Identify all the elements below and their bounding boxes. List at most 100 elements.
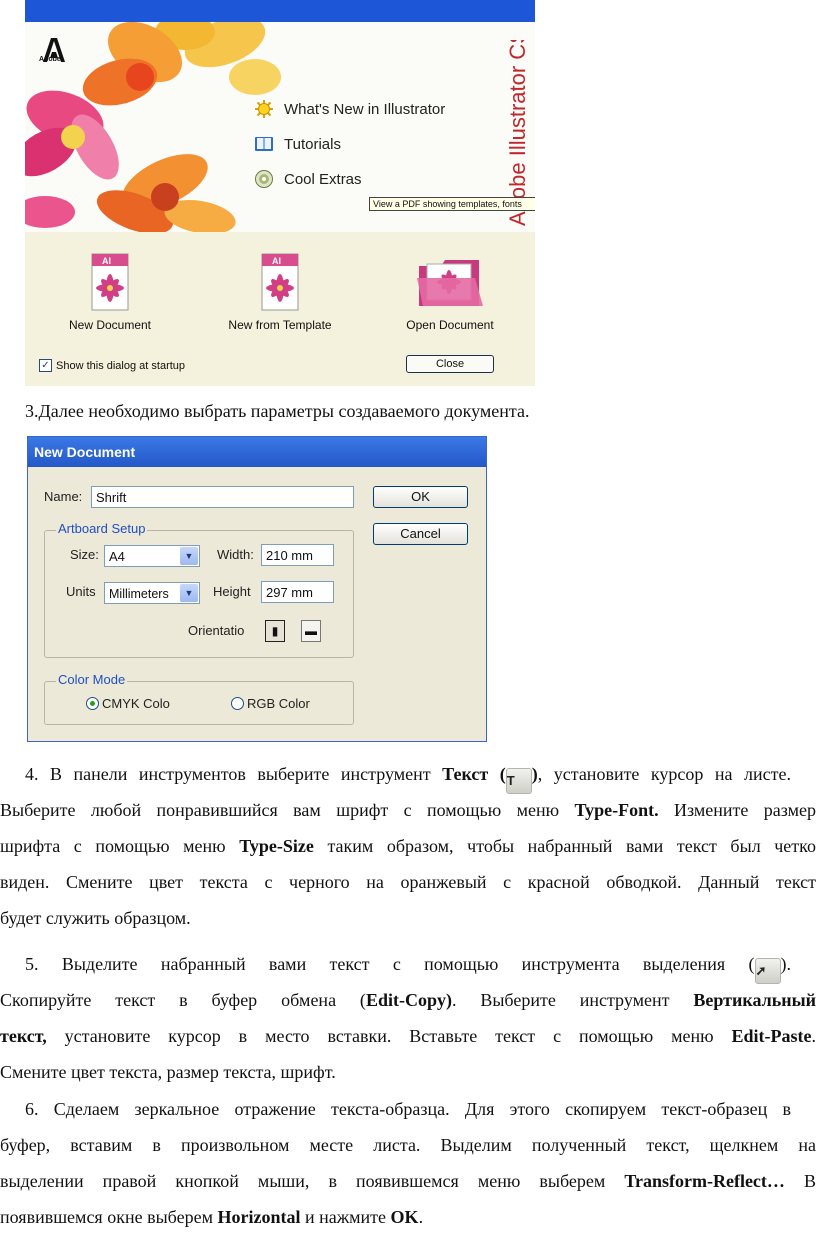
paragraph-step-6: 6. Сделаем зеркальное отражение текста-о…	[0, 1091, 816, 1235]
text-run: 5. Выделите набранный вами текст с помощ…	[25, 954, 755, 974]
landscape-orientation-icon[interactable]: ▬	[301, 620, 321, 642]
paragraph-line: выделении правой кнопкой мыши, в появивш…	[0, 1163, 816, 1199]
text-run: .	[418, 1207, 424, 1227]
new-document-tile[interactable]: AI New Document	[40, 252, 180, 332]
orientation-label: Orientatio	[188, 623, 245, 638]
cd-icon	[254, 169, 274, 189]
name-field[interactable]: Shrift	[91, 486, 354, 508]
bold-run: Transform-Reflect…	[624, 1171, 785, 1191]
bold-run: Edit-Copy)	[365, 990, 452, 1010]
cancel-button[interactable]: Cancel	[373, 523, 468, 545]
text-run: появившемся окне выберем	[0, 1207, 218, 1227]
chevron-down-icon[interactable]: ▼	[180, 584, 198, 602]
text-tool-icon: T	[505, 768, 532, 794]
width-label: Width:	[217, 547, 254, 562]
paragraph-step-4: 4. В панели инструментов выберите инстру…	[0, 756, 816, 936]
width-field[interactable]: 210 mm	[261, 544, 334, 566]
paragraph-line: Скопируйте текст в буфер обмена (Edit-Co…	[0, 982, 816, 1018]
book-icon	[254, 134, 274, 154]
text-run: Скопируйте текст в буфер обмена (	[0, 990, 366, 1010]
paragraph-text: 3.Далее необходимо выбрать параметры соз…	[25, 401, 530, 421]
paragraph-line: буфер, вставим в произвольном месте лист…	[0, 1135, 816, 1155]
illustrator-welcome-screen: Adobe What's New in Illustrator Tutorial…	[25, 0, 535, 386]
text-run: .	[811, 1026, 816, 1046]
selection-arrow-icon: ➚	[754, 958, 781, 984]
paragraph-line: 6. Сделаем зеркальное отражение текста-о…	[25, 1099, 791, 1119]
text-run: ).	[780, 954, 792, 974]
show-at-startup-row[interactable]: ✓ Show this dialog at startup	[39, 359, 185, 372]
cmyk-radio[interactable]: CMYK Colo	[86, 696, 170, 711]
paragraph-line: будет служить образцом.	[0, 908, 191, 928]
bold-run: Текст (	[442, 764, 506, 784]
size-select[interactable]: A4 ▼	[104, 545, 200, 567]
welcome-title-bar	[25, 0, 535, 22]
svg-text:AI: AI	[272, 256, 281, 266]
folder-icon	[417, 260, 483, 306]
text-run: шрифта с помощью меню	[0, 836, 240, 856]
rgb-radio[interactable]: RGB Color	[231, 696, 310, 711]
menu-item-label: Tutorials	[284, 135, 341, 153]
units-label: Units	[66, 584, 96, 599]
paragraph-line: появившемся окне выберем Horizontal и на…	[0, 1199, 816, 1235]
new-from-template-tile[interactable]: AI New from Template	[210, 252, 350, 332]
tile-label: New Document	[68, 318, 152, 332]
show-at-startup-label: Show this dialog at startup	[56, 359, 186, 372]
menu-item-label: What's New in Illustrator	[284, 100, 446, 118]
open-document-tile[interactable]: Open Document	[380, 252, 520, 332]
bold-run: Type-Size	[239, 836, 314, 856]
color-mode-title: Color Mode	[56, 672, 128, 687]
paragraph-step-5: 5. Выделите набранный вами текст с помощ…	[0, 946, 816, 1090]
rgb-label: RGB Color	[247, 696, 310, 711]
menu-item-label: Cool Extras	[284, 170, 362, 188]
tooltip: View a PDF showing templates, fonts	[369, 197, 535, 211]
bold-run: OK	[390, 1207, 419, 1227]
bold-run: Вертикальный	[693, 990, 816, 1010]
sun-icon	[254, 99, 274, 119]
tile-label: New from Template	[228, 318, 332, 332]
height-label: Height	[213, 584, 251, 599]
show-at-startup-checkbox[interactable]: ✓	[39, 359, 52, 372]
chevron-down-icon[interactable]: ▼	[180, 547, 198, 565]
paragraph-line: 4. В панели инструментов выберите инстру…	[0, 756, 792, 794]
new-document-dialog: New Document Name: Shrift OK Cancel Artb…	[27, 436, 487, 742]
dialog-title: New Document	[28, 437, 486, 467]
adobe-wordmark: Adobe	[39, 56, 61, 63]
text-run: В	[784, 1171, 816, 1191]
close-button[interactable]: Close	[406, 355, 494, 373]
name-label: Name:	[44, 489, 83, 504]
svg-text:AI: AI	[102, 256, 111, 266]
bold-run: текст,	[0, 1026, 47, 1046]
radio-selected-icon	[86, 697, 99, 710]
menu-item-tutorials[interactable]: Tutorials	[254, 133, 341, 155]
paragraph-line: 5. Выделите набранный вами текст с помощ…	[0, 946, 792, 984]
cmyk-label: CMYK Colo	[102, 696, 170, 711]
units-select[interactable]: Millimeters ▼	[104, 582, 200, 604]
text-run: 4. В панели инструментов выберите инстру…	[25, 764, 443, 784]
bold-run: Type-Font.	[574, 800, 659, 820]
text-run: Выберите любой понравившийся вам шрифт с…	[0, 800, 575, 820]
units-value: Millimeters	[109, 587, 169, 601]
size-value: A4	[109, 549, 125, 564]
ok-button[interactable]: OK	[373, 486, 468, 508]
menu-item-whats-new[interactable]: What's New in Illustrator	[254, 98, 445, 120]
paragraph-line: виден. Смените цвет текста с черного на …	[0, 872, 816, 892]
bold-run: Edit-Paste	[731, 1026, 812, 1046]
paragraph-line: текст, установите курсор в место вставки…	[0, 1018, 816, 1054]
bold-run: Horizontal	[217, 1207, 301, 1227]
menu-item-cool-extras[interactable]: Cool Extras	[254, 168, 362, 190]
portrait-orientation-icon[interactable]: ▮	[265, 620, 285, 642]
text-run: . Выберите инструмент	[451, 990, 694, 1010]
height-field[interactable]: 297 mm	[261, 581, 334, 603]
ai-document-icon: AI	[91, 253, 129, 311]
text-run: таким образом, чтобы набранный вами текс…	[313, 836, 816, 856]
paragraph-line: Выберите любой понравившийся вам шрифт с…	[0, 792, 816, 828]
tile-label: Open Document	[406, 318, 494, 332]
paragraph-line: шрифта с помощью меню Type-Size таким об…	[0, 828, 816, 864]
paragraph-step-3: 3.Далее необходимо выбрать параметры соз…	[25, 393, 805, 429]
text-run: и нажмите	[300, 1207, 391, 1227]
radio-unselected-icon	[231, 697, 244, 710]
text-run: установите курсор в место вставки. Встав…	[46, 1026, 732, 1046]
text-run: , установите курсор на листе.	[537, 764, 792, 784]
text-run: Измените размер	[658, 800, 816, 820]
paragraph-line: Смените цвет текста, размер текста, шриф…	[0, 1062, 336, 1082]
